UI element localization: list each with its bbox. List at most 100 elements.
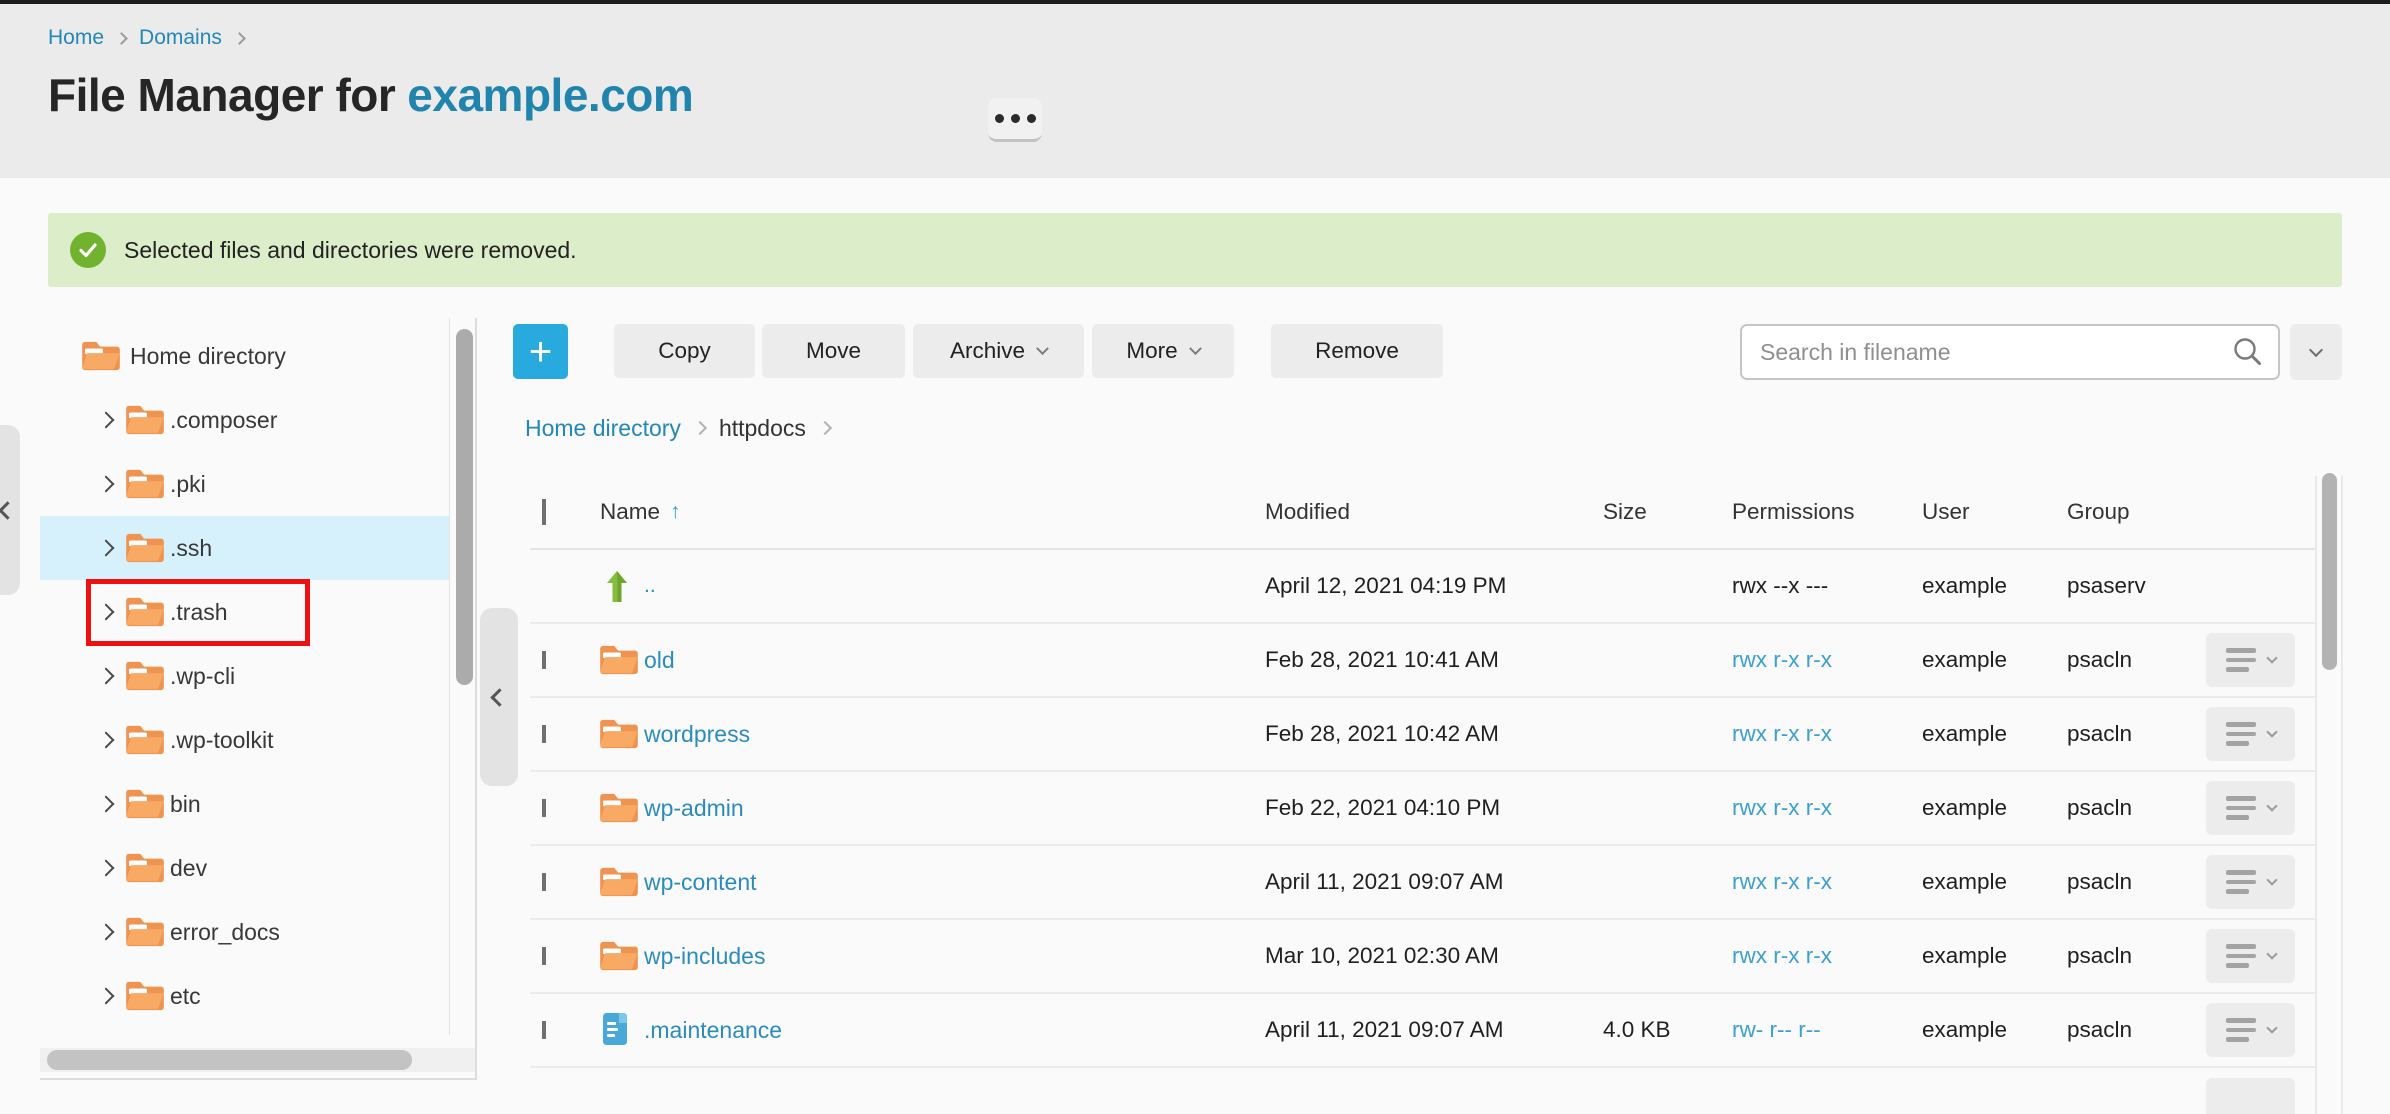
dot-icon [994,114,1004,123]
row-actions-button[interactable] [2206,1078,2295,1114]
chevron-right-icon[interactable] [97,923,115,941]
sidebar-vertical-scrollbar[interactable] [456,329,473,685]
tree-item-dot-pki[interactable]: .pki [40,452,449,516]
breadcrumb: Home Domains [48,26,257,50]
column-header-user[interactable]: User [1912,499,2057,525]
row-actions-button[interactable] [2206,707,2295,761]
table-row: wp-admin Feb 22, 2021 04:10 PM rwx r-x r-x… [530,772,2315,846]
tree-item-dot-wp-toolkit[interactable]: .wp-toolkit [40,708,449,772]
current-path-breadcrumb: Home directory httpdocs [525,412,844,444]
more-button[interactable]: More [1092,324,1234,378]
column-header-name[interactable]: Name ↑ [592,499,1255,525]
permissions-link[interactable]: rwx r-x r-x [1732,795,1832,820]
tree-item-label: bin [170,790,201,817]
folder-icon [126,852,164,884]
file-name-link[interactable]: old [644,647,675,673]
chevron-right-icon[interactable] [97,987,115,1005]
folder-icon [82,340,120,372]
collapse-panel-handle-left[interactable] [0,425,20,595]
file-name-link[interactable]: wp-content [644,869,757,895]
search-box [1740,324,2280,380]
move-button[interactable]: Move [762,324,905,378]
chevron-right-icon[interactable] [97,731,115,749]
tree-item-dot-composer[interactable]: .composer [40,388,449,452]
chevron-right-icon[interactable] [97,795,115,813]
column-header-modified[interactable]: Modified [1255,499,1593,525]
add-new-button[interactable]: + [513,324,568,379]
tree-item-bin[interactable]: bin [40,772,449,836]
tree-item-error_docs[interactable]: error_docs [40,900,449,964]
row-checkbox[interactable] [542,651,546,669]
dot-icon [1010,114,1020,123]
row-actions-button[interactable] [2206,855,2295,909]
tree-item-home-directory[interactable]: Home directory [40,324,449,388]
row-actions-button[interactable] [2206,781,2295,835]
file-name-link[interactable]: wordpress [644,721,750,747]
sidebar-horizontal-scrollbar[interactable] [47,1050,412,1070]
file-name-link[interactable]: wp-includes [644,943,765,969]
chevron-right-icon[interactable] [97,603,115,621]
permissions-link[interactable]: rwx r-x r-x [1732,721,1832,746]
folder-icon [600,718,638,750]
permissions-link[interactable]: rwx r-x r-x [1732,943,1832,968]
file-name-link[interactable]: wp-admin [644,795,744,821]
collapse-tree-handle[interactable] [480,608,518,786]
menu-icon [2225,944,2256,968]
tree-item-dot-wp-cli[interactable]: .wp-cli [40,644,449,708]
remove-button[interactable]: Remove [1271,324,1443,378]
folder-icon [600,644,638,676]
chevron-right-icon[interactable] [97,667,115,685]
chevron-right-icon[interactable] [97,539,115,557]
chevron-right-icon[interactable] [97,411,115,429]
modified-date: Feb 22, 2021 04:10 PM [1265,795,1501,820]
directory-tree-panel: Home directory .composer .pki .ssh .trash .wp… [40,318,477,1080]
row-checkbox[interactable] [542,1021,546,1039]
row-checkbox[interactable] [542,725,546,743]
page-title-domain[interactable]: example.com [407,69,693,121]
title-more-menu-button[interactable] [988,98,1042,142]
select-all-checkbox[interactable] [542,499,546,525]
column-header-size[interactable]: Size [1593,499,1720,525]
folder-icon [126,404,164,436]
chevron-right-icon[interactable] [97,859,115,877]
row-checkbox[interactable] [542,873,546,891]
tree-item-dot-trash[interactable]: .trash [40,580,449,644]
tree-item-dot-ssh[interactable]: .ssh [40,516,449,580]
tree-item-dev[interactable]: dev [40,836,449,900]
tree-item-label: .wp-cli [170,662,236,689]
file-name-link[interactable]: .maintenance [644,1017,782,1043]
search-input[interactable] [1740,324,2280,380]
file-table: Name ↑ Modified Size Permissions User Group.. A… [530,476,2315,1068]
path-home-directory-link[interactable]: Home directory [525,415,681,442]
owner-user: example [1922,721,2008,746]
column-header-group[interactable]: Group [2057,499,2196,525]
row-checkbox[interactable] [542,799,546,817]
column-header-permissions[interactable]: Permissions [1720,499,1912,525]
permissions-link[interactable]: rw- r-- r-- [1732,1017,1821,1042]
dot-icon [1026,114,1036,123]
table-vertical-scrollbar[interactable] [2322,473,2337,670]
permissions-text: rwx --x --- [1732,573,1829,598]
row-checkbox[interactable] [542,947,546,965]
permissions-link[interactable]: rwx r-x r-x [1732,647,1832,672]
copy-button[interactable]: Copy [614,324,755,378]
folder-icon [126,468,164,500]
tree-item-etc[interactable]: etc [40,964,449,1028]
search-icon [2234,338,2261,365]
search-options-button[interactable] [2290,324,2342,380]
table-row: .maintenance April 11, 2021 09:07 AM 4.0 K… [530,994,2315,1068]
table-row: wp-includes Mar 10, 2021 02:30 AM rwx r-x … [530,920,2315,994]
permissions-link[interactable]: rwx r-x r-x [1732,869,1832,894]
file-name-link[interactable]: .. [644,574,656,597]
chevron-right-icon [817,420,832,436]
button-label: Copy [658,338,711,363]
row-actions-button[interactable] [2206,1003,2295,1057]
row-actions-button[interactable] [2206,929,2295,983]
chevron-right-icon[interactable] [97,475,115,493]
row-actions-button[interactable] [2206,633,2295,687]
archive-button[interactable]: Archive [913,324,1084,378]
breadcrumb-home-link[interactable]: Home [48,26,104,50]
owner-group: psacln [2067,1017,2133,1042]
breadcrumb-domains-link[interactable]: Domains [139,26,222,50]
chevron-down-icon [2265,874,2278,886]
